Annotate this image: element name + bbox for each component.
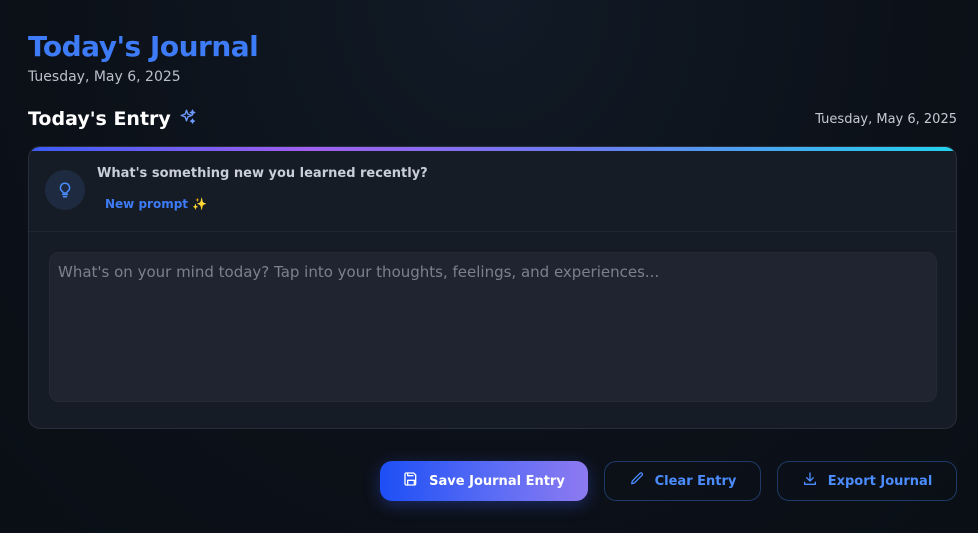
- export-label: Export Journal: [827, 473, 933, 489]
- prompt-question: What's something new you learned recentl…: [97, 166, 428, 181]
- lightbulb-icon: [45, 170, 85, 210]
- clear-label: Clear Entry: [654, 473, 737, 489]
- new-prompt-label: New prompt: [105, 197, 189, 211]
- page-title: Today's Journal: [28, 30, 259, 63]
- journal-entry-textarea[interactable]: [49, 252, 937, 402]
- prompt-row: What's something new you learned recentl…: [29, 151, 956, 232]
- pencil-icon: [629, 471, 645, 491]
- page-date: Tuesday, May 6, 2025: [28, 69, 181, 85]
- journal-entry-card: What's something new you learned recentl…: [28, 146, 957, 429]
- clear-entry-button[interactable]: Clear Entry: [604, 461, 761, 501]
- sparkle-emoji-icon: ✨: [192, 197, 207, 211]
- entry-section-title: Today's Entry: [28, 108, 171, 130]
- entry-section-header: Today's Entry: [28, 108, 197, 130]
- save-label: Save Journal Entry: [429, 473, 565, 489]
- save-journal-entry-button[interactable]: Save Journal Entry: [380, 461, 588, 501]
- export-journal-button[interactable]: Export Journal: [777, 461, 957, 501]
- sparkles-icon: [179, 108, 197, 130]
- save-icon: [403, 471, 419, 491]
- new-prompt-button[interactable]: New prompt ✨: [97, 193, 215, 215]
- entry-date: Tuesday, May 6, 2025: [815, 112, 957, 127]
- download-icon: [802, 471, 818, 491]
